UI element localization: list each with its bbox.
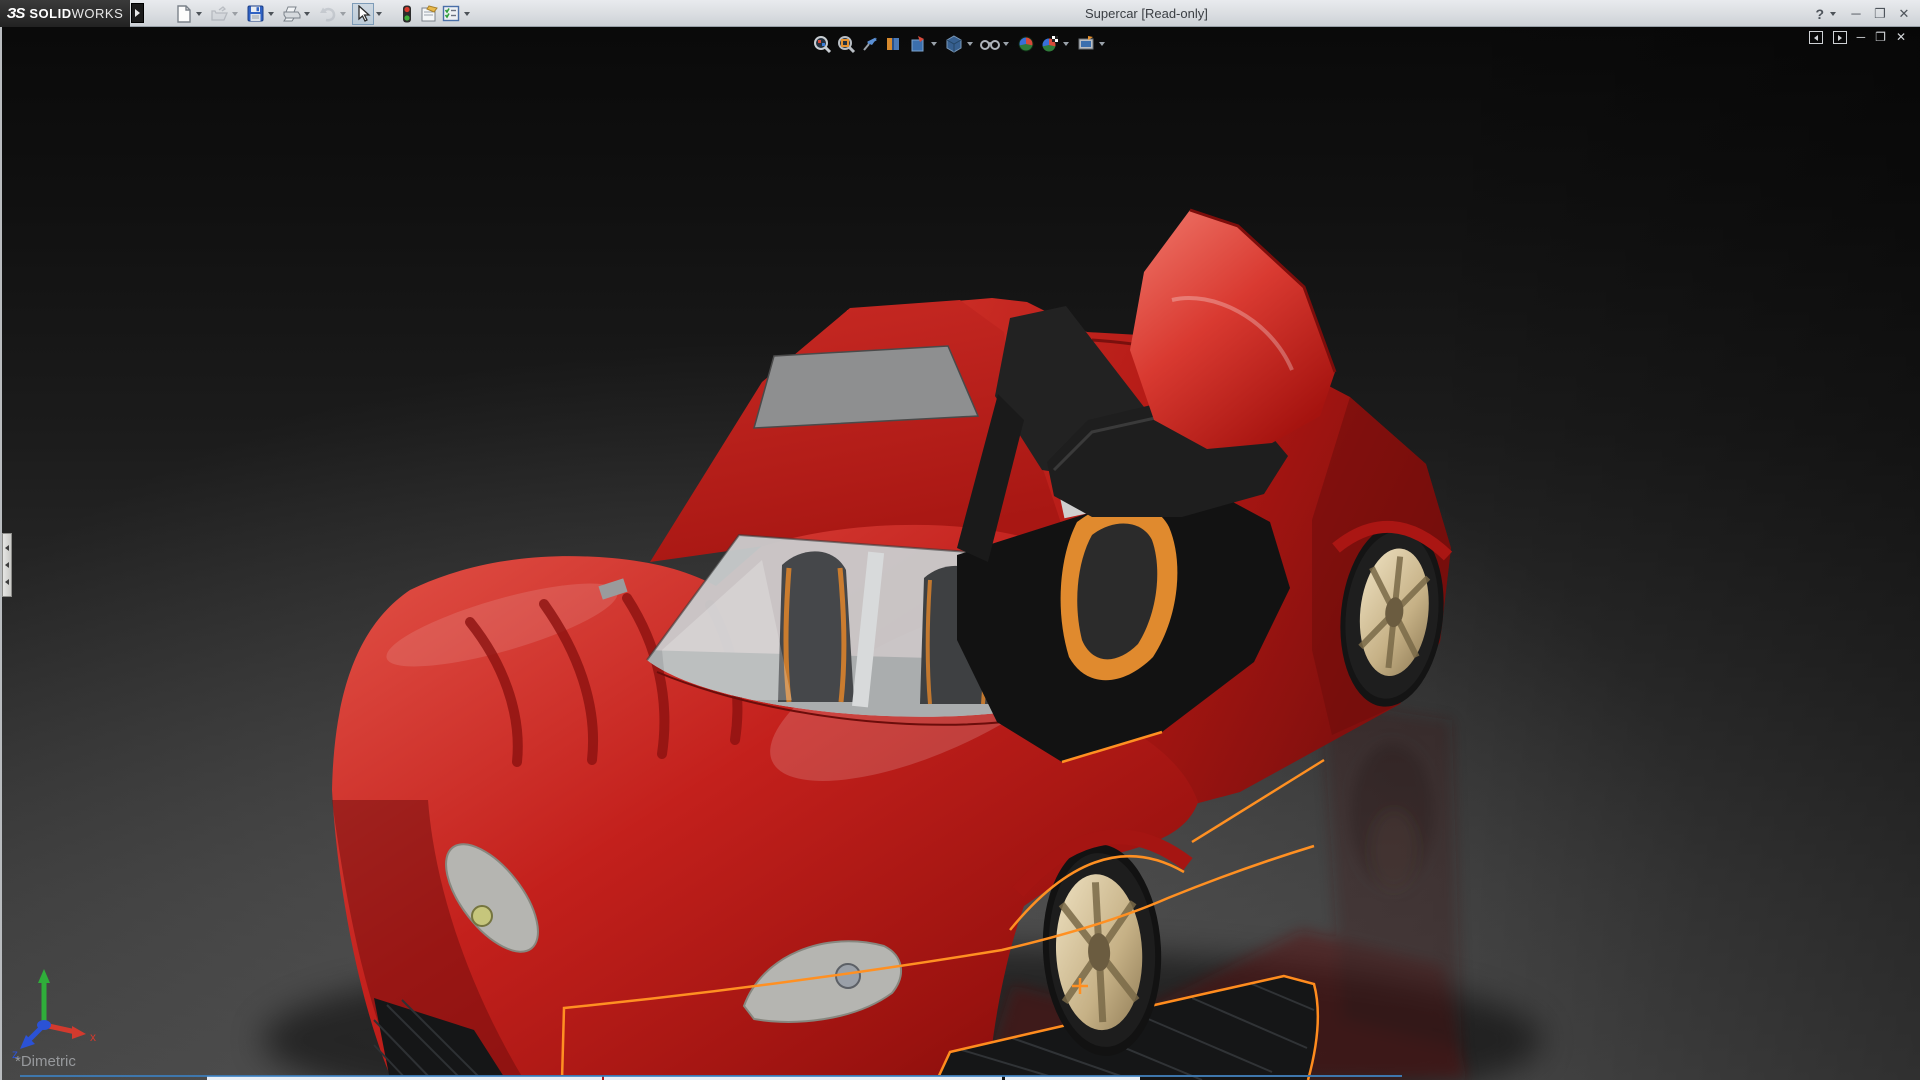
zoom-to-area-icon: [838, 36, 856, 54]
edit-appearance-button[interactable]: [1014, 32, 1038, 56]
dropdown-caret-icon[interactable]: [464, 11, 470, 16]
pane-left-icon: [1813, 34, 1818, 41]
background-window-edge: [604, 1076, 1002, 1080]
dropdown-caret-icon[interactable]: [196, 11, 202, 16]
collapse-arrow-icon: [5, 578, 9, 585]
display-style-button[interactable]: [942, 32, 966, 56]
undo-button[interactable]: [316, 3, 338, 25]
section-view-button[interactable]: [882, 32, 906, 56]
options-checklist-icon: [442, 5, 460, 22]
view-settings-icon: [1078, 36, 1094, 50]
new-document-button[interactable]: [172, 3, 194, 25]
zoom-to-fit-button[interactable]: [810, 32, 834, 56]
brand-text: SOLIDWORKS: [29, 6, 124, 21]
document-title: Supercar [Read-only]: [1085, 6, 1208, 21]
background-window-edge: [207, 1076, 602, 1080]
pane-right-icon: [1837, 34, 1842, 41]
window-minimize-button[interactable]: ─: [1846, 6, 1866, 21]
view-orientation-icon: [911, 36, 924, 52]
flyout-arrow-icon: [135, 9, 140, 17]
window-controls: ? ─ ❐ ✕: [1815, 3, 1914, 24]
edit-appearance-icon: [1018, 36, 1034, 52]
select-tool-button[interactable]: [352, 2, 374, 25]
dassault-3ds-logo-icon: ЗS: [6, 5, 26, 22]
apply-scene-icon: [1042, 36, 1058, 52]
hide-show-items-icon: [980, 40, 1000, 50]
window-close-button[interactable]: ✕: [1894, 6, 1914, 22]
car-3d-model[interactable]: [2, 0, 1920, 1080]
document-minimize-button[interactable]: ─: [1857, 31, 1866, 44]
open-document-button[interactable]: [208, 3, 230, 25]
solidworks-logo: ЗS SOLIDWORKS: [0, 0, 130, 27]
title-bar: ЗS SOLIDWORKS Supercar [Read-only] ? ─ ❐…: [0, 0, 1920, 27]
dropdown-caret-icon[interactable]: [340, 11, 346, 16]
printer-icon: [282, 6, 300, 22]
previous-view-button[interactable]: [858, 32, 882, 56]
view-settings-caret-icon[interactable]: [1099, 42, 1105, 46]
x-axis-label: x: [90, 1030, 96, 1044]
print-button[interactable]: [280, 3, 302, 25]
apply-scene-caret-icon[interactable]: [1063, 42, 1069, 46]
heads-up-view-toolbar: [810, 32, 1110, 56]
previous-view-icon: [863, 37, 877, 51]
help-button[interactable]: ?: [1815, 6, 1824, 22]
undo-arrow-icon: [319, 7, 335, 22]
reference-triad: x z: [12, 969, 96, 1060]
view-orientation-button[interactable]: [906, 32, 930, 56]
sunroof-panel: [752, 345, 980, 429]
document-close-button[interactable]: ✕: [1896, 31, 1906, 44]
expand-pane-right-button[interactable]: [1832, 31, 1847, 44]
x-axis-arrow: [72, 1026, 86, 1039]
background-window-edge: [1005, 1076, 1140, 1080]
collapse-arrow-icon: [5, 561, 9, 568]
hide-show-items-caret-icon[interactable]: [1003, 42, 1009, 46]
rebuild-button[interactable]: [396, 3, 418, 25]
dropdown-caret-icon[interactable]: [376, 11, 382, 16]
view-orientation-label: *Dimetric: [15, 1053, 76, 1070]
solidworks-window: ─ ❐ ✕ x z *Dimetric ЗS SOLIDWORKS Superc…: [0, 0, 1920, 1080]
view-orientation-caret-icon[interactable]: [931, 42, 937, 46]
y-axis-arrow: [38, 969, 50, 983]
apply-scene-button[interactable]: [1038, 32, 1062, 56]
display-style-icon: [946, 35, 962, 53]
new-document-icon: [176, 4, 191, 23]
document-restore-button[interactable]: ❐: [1875, 31, 1886, 44]
zoom-to-fit-icon: [814, 36, 832, 54]
collapse-pane-left-button[interactable]: [1808, 31, 1823, 44]
file-properties-icon: [421, 5, 438, 22]
section-view-icon: [887, 38, 899, 50]
feature-manager-collapsed-tab[interactable]: [2, 533, 12, 597]
hide-show-items-button[interactable]: [978, 32, 1002, 56]
display-style-caret-icon[interactable]: [967, 42, 973, 46]
graphics-viewport[interactable]: ─ ❐ ✕ x z *Dimetric: [0, 27, 1920, 1080]
file-properties-button[interactable]: [418, 3, 440, 25]
rebuild-traffic-light-icon: [403, 5, 411, 22]
select-cursor-icon: [357, 5, 371, 22]
dropdown-caret-icon[interactable]: [268, 11, 274, 16]
zoom-to-area-button[interactable]: [834, 32, 858, 56]
view-settings-button[interactable]: [1074, 32, 1098, 56]
options-button[interactable]: [440, 3, 462, 25]
collapse-arrow-icon: [5, 545, 9, 552]
menu-flyout-button[interactable]: [131, 3, 144, 23]
help-caret-icon[interactable]: [1830, 11, 1836, 16]
open-folder-icon: [210, 5, 228, 21]
standard-toolbar: [172, 2, 476, 25]
dropdown-caret-icon[interactable]: [232, 11, 238, 16]
window-restore-button[interactable]: ❐: [1870, 6, 1890, 22]
save-button[interactable]: [244, 3, 266, 25]
document-window-controls: ─ ❐ ✕: [1808, 31, 1906, 44]
dropdown-caret-icon[interactable]: [304, 11, 310, 16]
save-floppy-icon: [247, 5, 263, 22]
